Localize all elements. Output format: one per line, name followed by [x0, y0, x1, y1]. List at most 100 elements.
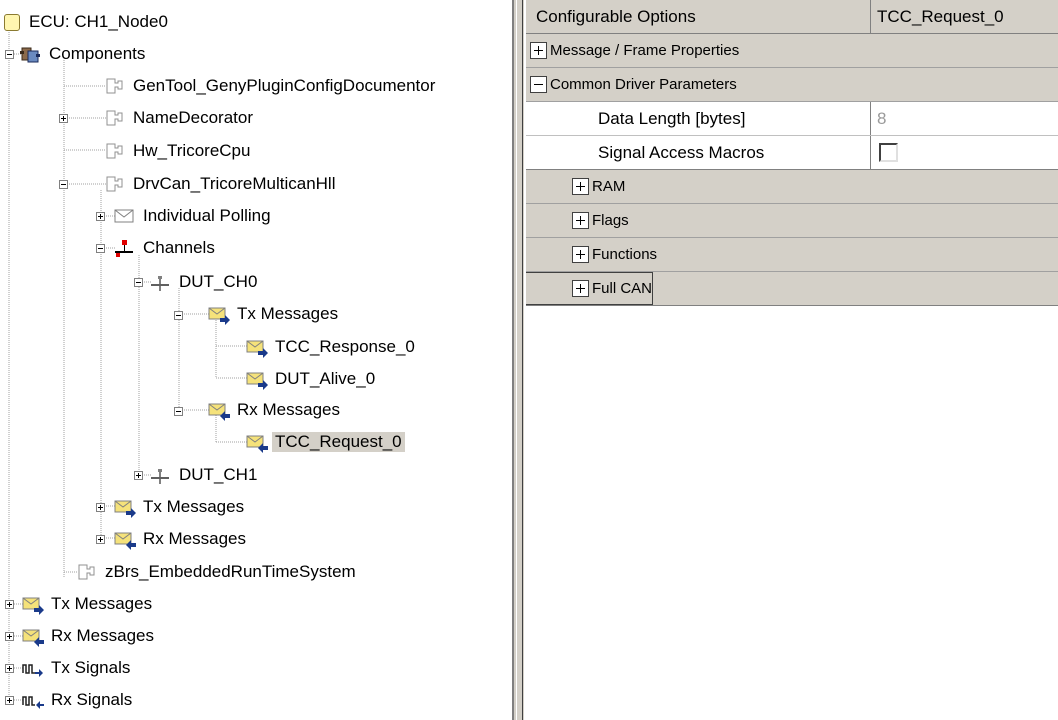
tree-node-label: Tx Messages	[51, 594, 153, 613]
tree-node-components[interactable]: Components	[20, 43, 148, 65]
tree-node-ecu[interactable]: ECU: CH1_Node0	[4, 11, 171, 33]
tree-node-label: Components	[49, 44, 146, 63]
tree-node-tx-messages[interactable]: Tx Messages	[114, 496, 247, 518]
tree-node-label: Individual Polling	[143, 206, 271, 225]
expand-tx-messages-toggle[interactable]	[96, 503, 105, 512]
plugin-icon	[76, 563, 96, 581]
tree-node-individual-polling[interactable]: Individual Polling	[114, 205, 274, 227]
tree-node-label: DUT_Alive_0	[275, 369, 376, 388]
collapse-channels-toggle[interactable]	[96, 244, 105, 253]
data-length-field[interactable]: 8	[871, 102, 1058, 135]
tree-node-rx-messages[interactable]: Rx Messages	[208, 399, 343, 421]
collapse-toggle[interactable]	[530, 76, 547, 93]
tree-node-rx-messages[interactable]: Rx Messages	[114, 528, 249, 550]
tree-node-plugin[interactable]: zBrs_EmbeddedRunTimeSystem	[76, 561, 359, 583]
tree-node-message[interactable]: DUT_Alive_0	[246, 368, 378, 390]
grid-row-data-length[interactable]: Data Length [bytes] 8	[526, 102, 1058, 136]
tree-node-label: NameDecorator	[133, 108, 253, 127]
tree-node-label: Rx Signals	[51, 690, 133, 709]
data-length-value: 8	[877, 108, 887, 128]
tree-node-message-selected[interactable]: TCC_Request_0	[246, 431, 405, 453]
tree-node-label: GenTool_GenyPluginConfigDocumentor	[133, 76, 436, 95]
tx-message-icon	[246, 338, 268, 358]
group-label: Common Driver Parameters	[550, 76, 737, 93]
rx-message-icon	[246, 433, 268, 453]
tree-node-label: Rx Messages	[51, 626, 154, 645]
grid-group-functions[interactable]: Functions	[526, 238, 1058, 272]
signal-access-macros-checkbox[interactable]	[879, 143, 898, 162]
collapse-drvcan-toggle[interactable]	[59, 180, 68, 189]
expand-toggle[interactable]	[572, 246, 589, 263]
tree-node-plugin[interactable]: Hw_TricoreCpu	[104, 140, 253, 162]
tx-message-icon	[22, 595, 44, 615]
tree-node-label: Channels	[143, 238, 215, 257]
tree-node-plugin[interactable]: DrvCan_TricoreMulticanHll	[104, 173, 338, 195]
tree-node-label: TCC_Response_0	[275, 337, 415, 356]
expand-rx-messages-toggle[interactable]	[96, 535, 105, 544]
tx-message-icon	[114, 498, 136, 518]
tree-node-channels[interactable]: Channels	[114, 237, 218, 259]
grid-group-full-can[interactable]: Full CAN	[526, 272, 1058, 306]
column-header-object[interactable]: TCC_Request_0	[871, 0, 1058, 33]
tree-node-label: Tx Messages	[143, 497, 245, 516]
expand-toggle[interactable]	[572, 178, 589, 195]
grid-group-ram[interactable]: RAM	[526, 170, 1058, 204]
tree-node-channel[interactable]: DUT_CH1	[150, 464, 260, 486]
tree-node-tx-messages[interactable]: Tx Messages	[22, 593, 155, 615]
expand-toggle[interactable]	[530, 42, 547, 59]
expand-tx-signals-toggle[interactable]	[5, 664, 14, 673]
collapse-dut-ch0-toggle[interactable]	[134, 278, 143, 287]
grid-group-message-frame-properties[interactable]: Message / Frame Properties	[526, 34, 1058, 68]
option-label: Signal Access Macros	[598, 142, 765, 162]
tree-node-plugin[interactable]: GenTool_GenyPluginConfigDocumentor	[104, 75, 438, 97]
collapse-tx-messages-toggle[interactable]	[174, 311, 183, 320]
plugin-icon	[104, 175, 124, 193]
tree-node-plugin[interactable]: NameDecorator	[104, 107, 256, 129]
expand-rx-signals-toggle[interactable]	[5, 696, 14, 705]
tree-node-label: TCC_Request_0	[272, 432, 405, 452]
tree-node-label: zBrs_EmbeddedRunTimeSystem	[105, 562, 356, 581]
collapse-rx-messages-toggle[interactable]	[174, 407, 183, 416]
tree-node-rx-messages[interactable]: Rx Messages	[22, 625, 157, 647]
grid-row-signal-access-macros[interactable]: Signal Access Macros	[526, 136, 1058, 170]
expand-dut-ch1-toggle[interactable]	[134, 471, 143, 480]
group-label: Message / Frame Properties	[550, 42, 740, 59]
tree-node-tx-messages[interactable]: Tx Messages	[208, 303, 341, 325]
tree-node-channel[interactable]: DUT_CH0	[150, 271, 260, 293]
tree-node-label: DUT_CH0	[179, 272, 258, 291]
options-grid[interactable]: Configurable Options TCC_Request_0 Messa…	[526, 0, 1058, 720]
expand-individual-polling-toggle[interactable]	[96, 212, 105, 221]
envelope-icon	[114, 207, 134, 225]
grid-group-flags[interactable]: Flags	[526, 204, 1058, 238]
tree-node-tx-signals[interactable]: Tx Signals	[22, 657, 133, 679]
pane-splitter[interactable]	[512, 0, 524, 720]
group-label: RAM	[592, 178, 626, 195]
option-label: Data Length [bytes]	[598, 108, 746, 128]
expand-tx-messages-toggle[interactable]	[5, 600, 14, 609]
tree-node-label: Rx Messages	[143, 529, 246, 548]
option-label-cell: Data Length [bytes]	[526, 102, 871, 135]
plugin-icon	[104, 109, 124, 127]
tree-node-message[interactable]: TCC_Response_0	[246, 336, 418, 358]
rx-message-icon	[22, 627, 44, 647]
collapse-components-toggle[interactable]	[5, 50, 14, 59]
expand-rx-messages-toggle[interactable]	[5, 632, 14, 641]
channels-icon	[114, 239, 134, 257]
grid-group-common-driver-parameters[interactable]: Common Driver Parameters	[526, 68, 1058, 102]
configuration-tree[interactable]: ECU: CH1_Node0 Components GenTool_GenyPl…	[0, 0, 512, 720]
expand-toggle[interactable]	[572, 280, 589, 297]
ecu-icon	[4, 13, 20, 31]
channel-icon	[150, 273, 170, 291]
column-header-label: Configurable Options	[536, 6, 696, 26]
expand-toggle[interactable]	[572, 212, 589, 229]
tree-node-label: DrvCan_TricoreMulticanHll	[133, 174, 336, 193]
group-label: Functions	[592, 246, 658, 263]
option-value-cell	[871, 136, 1058, 169]
column-header-options[interactable]: Configurable Options	[526, 0, 871, 33]
rx-signal-icon	[22, 691, 44, 709]
tree-node-rx-signals[interactable]: Rx Signals	[22, 689, 135, 711]
tree-node-label: Tx Signals	[51, 658, 131, 677]
tree-node-label: DUT_CH1	[179, 465, 258, 484]
group-label: Full CAN	[592, 280, 653, 297]
expand-namedecorator-toggle[interactable]	[59, 114, 68, 123]
